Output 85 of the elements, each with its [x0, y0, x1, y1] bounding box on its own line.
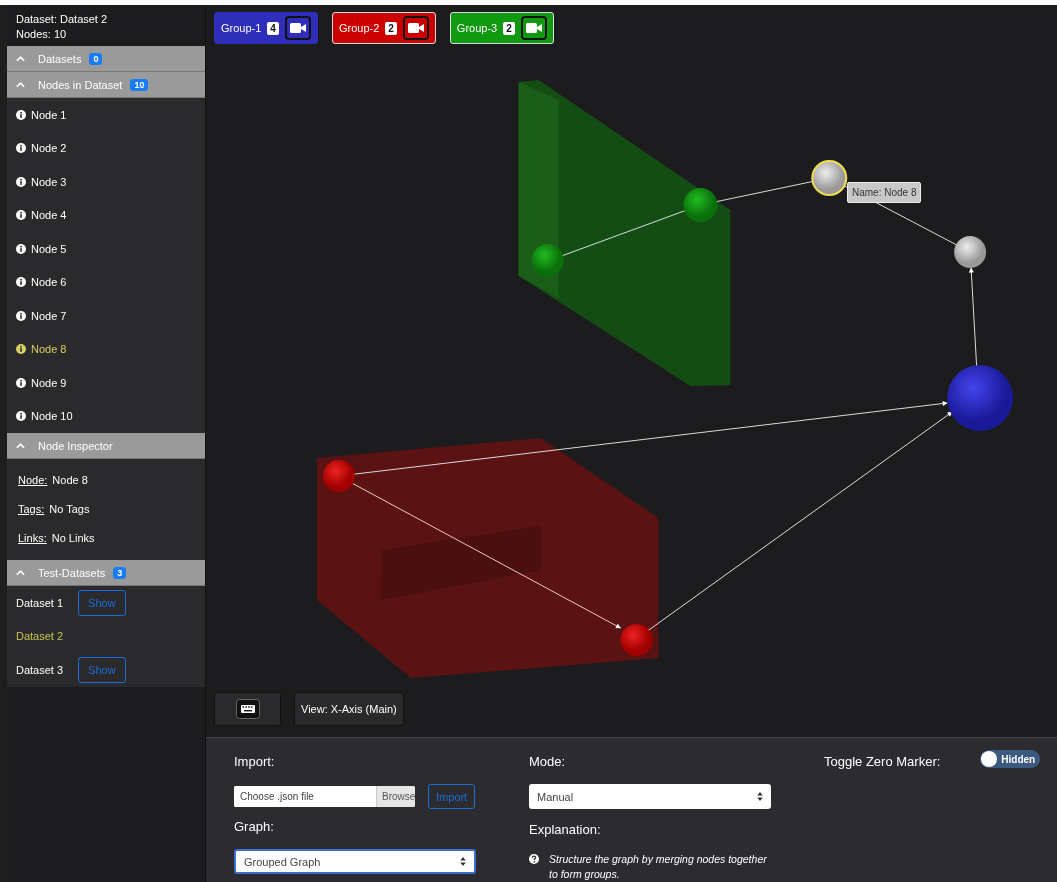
- field-label: Tags:: [18, 502, 45, 515]
- field-value: No Links: [51, 531, 95, 544]
- node-list-item[interactable]: Node 3: [7, 165, 205, 199]
- graph-dropdown[interactable]: Grouped Graph: [234, 849, 476, 874]
- node-sphere[interactable]: [811, 160, 848, 196]
- count-badge: 4: [267, 21, 279, 35]
- video-camera-icon: [289, 23, 306, 33]
- group-chip[interactable]: Group-1 4: [214, 12, 318, 44]
- video-camera-icon: [407, 23, 424, 33]
- caret-icon: [16, 81, 25, 88]
- count-badge: 2: [385, 21, 397, 35]
- info-icon: [16, 176, 26, 187]
- node-list-item[interactable]: Node 2: [7, 131, 205, 165]
- info-icon: [16, 243, 26, 254]
- dataset-name: Dataset 1: [16, 596, 64, 609]
- caret-icon: [16, 442, 25, 449]
- info-icon: [16, 411, 26, 422]
- node-sphere[interactable]: [620, 624, 653, 656]
- caret-icon: [16, 569, 25, 576]
- count-badge: 2: [503, 21, 515, 35]
- section-title: Test-Datasets: [38, 566, 106, 579]
- node-list-item[interactable]: Node 8: [7, 332, 205, 366]
- dataset-name: Dataset 2: [16, 630, 64, 643]
- video-camera-icon: [525, 23, 542, 33]
- import-label: Import:: [234, 754, 276, 771]
- group-label: Group-3: [456, 22, 498, 34]
- up-down-arrows-icon: [757, 792, 763, 801]
- browse-label: Browse: [376, 786, 415, 807]
- graph-label: Graph:: [234, 819, 275, 836]
- group-label: Group-2: [338, 22, 380, 34]
- node-list-item[interactable]: Node 4: [7, 198, 205, 232]
- field-label: Node:: [18, 473, 48, 486]
- info-icon: [16, 310, 26, 321]
- group-chip[interactable]: Group-3 2: [449, 12, 554, 44]
- section-header[interactable]: Nodes in Dataset 10: [7, 72, 205, 98]
- info-icon: [16, 277, 26, 288]
- help-icon: [529, 854, 539, 864]
- node-list-item[interactable]: Node 10: [7, 399, 205, 433]
- section-title: Datasets: [38, 52, 82, 65]
- keyboard-icon: [235, 699, 260, 719]
- info-icon: [16, 109, 26, 120]
- file-input[interactable]: Choose .json file Browse: [234, 786, 415, 807]
- section-title: Node Inspector: [38, 439, 113, 452]
- node-sphere[interactable]: [947, 365, 1014, 431]
- info-icon: [16, 377, 26, 388]
- node-tooltip: Name: Node 8: [847, 182, 922, 203]
- zero-marker-toggle[interactable]: Hidden: [980, 750, 1041, 768]
- group-label: Group-1: [221, 22, 262, 34]
- view-button[interactable]: View: X-Axis (Main): [294, 692, 404, 726]
- info-icon: [16, 143, 26, 154]
- field-label: Links:: [18, 531, 47, 544]
- info-icon: [16, 344, 26, 355]
- info-icon: [16, 210, 26, 221]
- count-badge: 0: [89, 52, 103, 65]
- camera-button[interactable]: [402, 16, 429, 40]
- dataset-label: Dataset: Dataset 2: [16, 12, 109, 27]
- node-list-item[interactable]: Node 1: [7, 98, 205, 132]
- keyboard-button[interactable]: [214, 692, 281, 726]
- node-count-label: Nodes: 10: [16, 27, 68, 42]
- count-badge: 10: [130, 78, 149, 91]
- group-chip[interactable]: Group-2 2: [331, 12, 436, 44]
- section-header[interactable]: Test-Datasets 3: [7, 560, 205, 586]
- mode-label: Mode:: [529, 754, 567, 771]
- explanation-text: Structure the graph by merging nodes together to form groups.: [549, 852, 768, 882]
- node-list-item[interactable]: Node 6: [7, 265, 205, 299]
- camera-button[interactable]: [284, 16, 311, 40]
- zero-marker-label: Toggle Zero Marker:: [824, 754, 941, 771]
- caret-icon: [16, 55, 25, 62]
- section-header[interactable]: Datasets 0: [7, 46, 205, 72]
- node-list-item[interactable]: Node 5: [7, 232, 205, 266]
- node-sphere[interactable]: [954, 236, 987, 268]
- node-sphere[interactable]: [322, 460, 355, 492]
- node-list-item[interactable]: Node 7: [7, 299, 205, 333]
- section-title: Nodes in Dataset: [38, 78, 123, 91]
- node-list-item[interactable]: Node 9: [7, 366, 205, 400]
- explanation-label: Explanation:: [529, 822, 602, 839]
- field-value: Node 8: [52, 473, 88, 486]
- camera-button[interactable]: [520, 16, 547, 40]
- field-value: No Tags: [49, 502, 90, 515]
- mode-dropdown[interactable]: Manual: [529, 784, 771, 809]
- up-down-arrows-icon: [460, 857, 466, 866]
- node-sphere[interactable]: [683, 188, 718, 222]
- dataset-name: Dataset 3: [16, 663, 64, 676]
- count-badge: 3: [113, 566, 127, 579]
- node-sphere[interactable]: [531, 244, 564, 276]
